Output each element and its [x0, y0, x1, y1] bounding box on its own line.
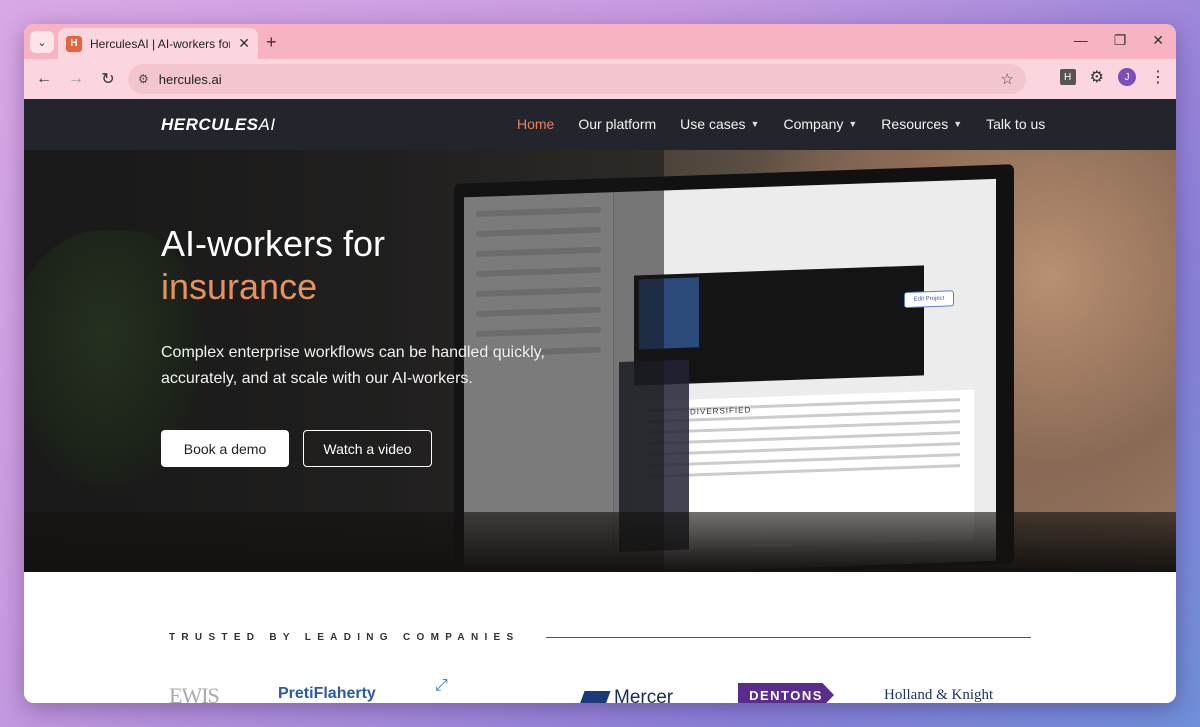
- screen-edit-project: Edit Project: [904, 290, 954, 309]
- trusted-label: TRUSTED BY LEADING COMPANIES: [169, 632, 520, 643]
- forward-icon[interactable]: →: [60, 70, 92, 88]
- hero-subtitle: Complex enterprise workflows can be hand…: [161, 344, 545, 387]
- dentons-logo: DENTONS: [738, 683, 834, 703]
- site-header: HERCULESAI Home Our platform Use cases ▼ …: [24, 99, 1176, 150]
- nav-home-label: Home: [517, 116, 555, 132]
- reload-icon[interactable]: ↻: [92, 69, 124, 89]
- nav-company[interactable]: Company ▼: [783, 116, 857, 132]
- hero-title-line1: AI-workers for: [161, 223, 386, 264]
- avatar[interactable]: J: [1118, 68, 1136, 86]
- chevron-down-icon: ▼: [848, 119, 858, 129]
- tab-title: HerculesAI | AI-workers for com: [90, 36, 230, 51]
- hero-desk: [24, 512, 1176, 572]
- nav-resources[interactable]: Resources ▼: [881, 116, 962, 132]
- toolbar-right: H ⚙ J ⋮: [1059, 67, 1166, 87]
- new-tab-button[interactable]: +: [266, 32, 277, 53]
- restore-icon[interactable]: ❐: [1114, 32, 1127, 49]
- tab-list-icon[interactable]: ⌄: [30, 31, 54, 53]
- hero-title-accent: insurance: [161, 266, 318, 307]
- tab-strip: ⌄ H HerculesAI | AI-workers for com ✕ + …: [24, 24, 1176, 59]
- close-window-icon[interactable]: ✕: [1152, 32, 1164, 49]
- nav-company-label: Company: [783, 116, 844, 132]
- client-logos: EWIS PretiFlaherty ⤢ Mercer DENTONS Holl…: [24, 677, 1176, 703]
- browser-window: ⌄ H HerculesAI | AI-workers for com ✕ + …: [24, 24, 1176, 703]
- chevron-down-icon: ▼: [953, 119, 963, 129]
- nav-home[interactable]: Home: [517, 116, 554, 132]
- mercer-logo: Mercer: [579, 687, 674, 703]
- star-icon[interactable]: ☆: [1001, 70, 1014, 88]
- lewis-logo: EWIS: [169, 683, 220, 703]
- nav-our-platform[interactable]: Our platform: [578, 116, 656, 132]
- book-demo-button[interactable]: Book a demo: [161, 430, 289, 467]
- hero-title: AI-workers for insurance: [161, 222, 385, 308]
- nav-talk-to-us-label: Talk to us: [986, 116, 1046, 132]
- tab-active[interactable]: H HerculesAI | AI-workers for com ✕: [58, 28, 258, 59]
- url-text: hercules.ai: [158, 71, 222, 87]
- site-settings-icon[interactable]: ⚙: [138, 72, 149, 86]
- nav-use-cases[interactable]: Use cases ▼: [680, 116, 759, 132]
- chevron-down-icon: ▼: [750, 119, 760, 129]
- mercer-text: Mercer: [614, 687, 674, 703]
- logo-ai: AI: [258, 115, 276, 134]
- browser-toolbar: ← → ↻ ⚙ hercules.ai ☆ H ⚙ J ⋮: [24, 59, 1176, 99]
- expand-logo-icon: ⤢: [435, 677, 448, 694]
- minimize-icon[interactable]: —: [1074, 32, 1088, 49]
- address-bar[interactable]: ⚙ hercules.ai ☆: [128, 64, 1026, 94]
- nav-use-cases-label: Use cases: [680, 116, 746, 132]
- hero-section: Edit Project DIVERSIFIED AI-workers for …: [24, 150, 1176, 572]
- puzzle-icon[interactable]: ⚙: [1090, 67, 1104, 87]
- hercules-favicon-icon: H: [66, 35, 82, 52]
- menu-kebab-icon[interactable]: ⋮: [1150, 67, 1166, 87]
- nav-resources-label: Resources: [881, 116, 949, 132]
- window-controls: — ❐ ✕: [1074, 32, 1164, 49]
- nav-talk-to-us[interactable]: Talk to us: [986, 116, 1045, 132]
- hercules-logo[interactable]: HERCULESAI: [161, 115, 276, 135]
- holland-knight-logo: Holland & Knight: [884, 687, 994, 703]
- trusted-divider: [546, 637, 1031, 638]
- nav-our-platform-label: Our platform: [578, 116, 657, 132]
- mercer-mark-icon: [579, 691, 611, 703]
- trusted-section: TRUSTED BY LEADING COMPANIES EWIS PretiF…: [24, 572, 1176, 703]
- watch-video-button[interactable]: Watch a video: [303, 430, 432, 467]
- pretiflaherty-logo: PretiFlaherty: [278, 685, 376, 702]
- extension-icon[interactable]: H: [1059, 69, 1076, 85]
- logo-main: HERCULES: [161, 115, 259, 134]
- back-icon[interactable]: ←: [28, 70, 60, 88]
- close-icon[interactable]: ✕: [238, 35, 250, 52]
- main-nav: Home Our platform Use cases ▼ Company ▼ Re…: [517, 116, 1045, 132]
